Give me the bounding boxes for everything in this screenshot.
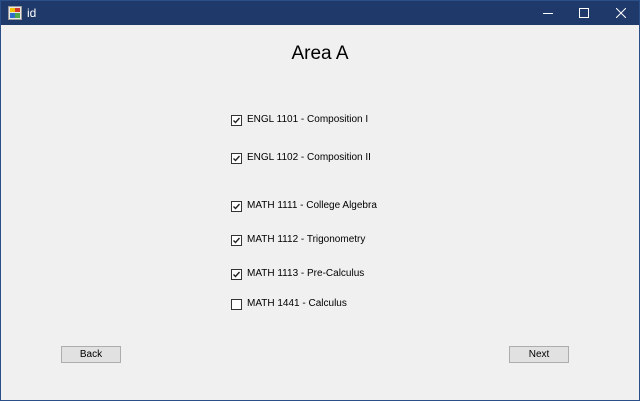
checkbox[interactable] [231,298,242,310]
checkbox[interactable] [231,114,242,126]
checkbox[interactable] [231,152,242,164]
minimize-button[interactable] [530,1,566,25]
course-label: MATH 1441 - Calculus [247,298,347,309]
checkbox[interactable] [231,268,242,280]
maximize-button[interactable] [566,1,602,25]
window-title: id [27,6,37,20]
back-button[interactable]: Back [61,346,121,363]
course-checkbox-math-1111[interactable]: MATH 1111 - College Algebra [231,199,377,213]
course-checkbox-math-1113[interactable]: MATH 1113 - Pre-Calculus [231,267,364,281]
application-window: id Area A ENGL 1101 - Composition I ENGL… [0,0,640,401]
close-icon [616,8,626,18]
checkbox[interactable] [231,200,242,212]
course-checkbox-engl-1101[interactable]: ENGL 1101 - Composition I [231,113,368,127]
course-label: ENGL 1101 - Composition I [247,114,369,125]
course-label: MATH 1111 - College Algebra [247,200,377,211]
course-label: MATH 1112 - Trigonometry [247,234,366,245]
course-checkbox-math-1112[interactable]: MATH 1112 - Trigonometry [231,233,365,247]
checkbox[interactable] [231,234,242,246]
checkmark-icon [233,271,241,278]
checkmark-icon [233,155,241,162]
course-checkbox-engl-1102[interactable]: ENGL 1102 - Composition II [231,151,371,165]
course-label: MATH 1113 - Pre-Calculus [247,268,365,279]
page-heading: Area A [291,43,349,64]
course-checkbox-math-1441[interactable]: MATH 1441 - Calculus [231,297,347,311]
next-button[interactable]: Next [509,346,569,363]
checkmark-icon [233,203,241,210]
title-bar[interactable]: id [1,1,639,25]
checkmark-icon [233,237,241,244]
course-label: ENGL 1102 - Composition II [247,152,371,163]
app-icon [8,6,22,20]
maximize-icon [579,8,589,18]
close-button[interactable] [603,1,639,25]
checkmark-icon [233,117,241,124]
minimize-icon [543,13,553,14]
